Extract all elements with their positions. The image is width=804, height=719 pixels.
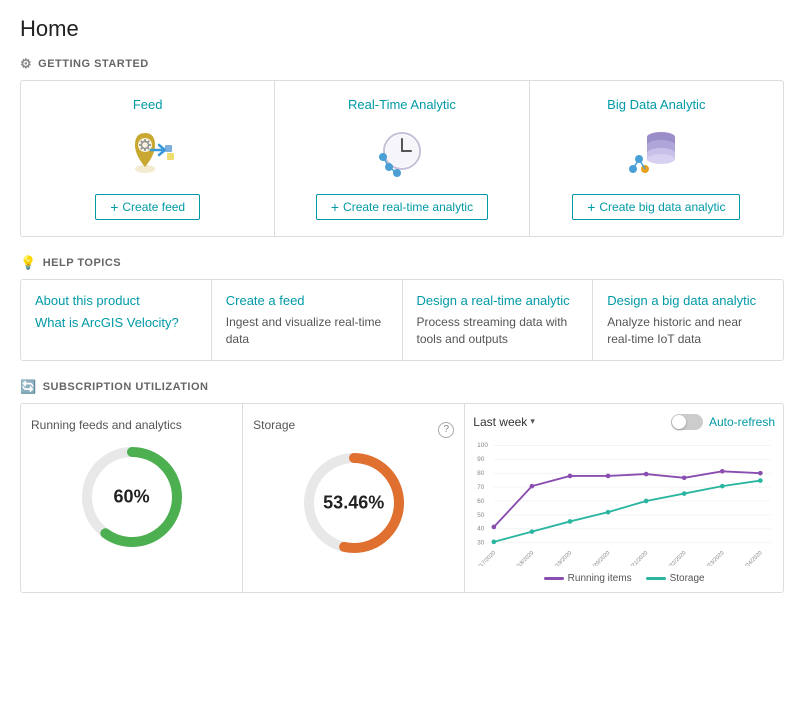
- svg-text:90: 90: [477, 456, 485, 463]
- storage-card: Storage ? 53.46%: [243, 404, 465, 592]
- help-col-0: About this product What is ArcGIS Veloci…: [21, 280, 212, 360]
- bigdata-icon: [621, 122, 691, 182]
- svg-text:11/21/2020: 11/21/2020: [626, 550, 650, 566]
- create-feed-link[interactable]: Create a feed: [226, 292, 388, 310]
- storage-donut: 53.46%: [299, 448, 409, 558]
- svg-text:11/20/2020: 11/20/2020: [588, 550, 612, 566]
- help-row: About this product What is ArcGIS Veloci…: [21, 280, 783, 360]
- create-bigdata-button[interactable]: + Create big data analytic: [572, 194, 740, 220]
- running-feeds-pct: 60%: [114, 486, 150, 507]
- toggle-knob: [672, 415, 686, 429]
- plus-icon: +: [587, 200, 595, 214]
- auto-refresh-control: Auto-refresh: [671, 414, 775, 430]
- realtime-analytic-desc: Process streaming data with tools and ou…: [417, 314, 579, 348]
- help-topics-label: HELP TOPICS: [43, 257, 121, 269]
- chart-card: Last week ▾ Auto-refresh 100 90: [465, 404, 783, 592]
- svg-text:100: 100: [477, 442, 488, 449]
- plus-icon: +: [331, 200, 339, 214]
- legend-storage: Storage: [646, 573, 705, 584]
- feed-icon: [113, 122, 183, 182]
- bigdata-analytic-desc: Analyze historic and near real-time IoT …: [607, 314, 769, 348]
- page-title: Home: [20, 16, 784, 42]
- realtime-card-title: Real-Time Analytic: [348, 97, 456, 112]
- plus-icon: +: [110, 200, 118, 214]
- help-col-2: Design a real-time analytic Process stre…: [403, 280, 594, 360]
- getting-started-icon: ⚙: [20, 56, 32, 72]
- create-feed-button[interactable]: + Create feed: [95, 194, 200, 220]
- help-topics-header: 💡 HELP TOPICS: [20, 255, 784, 271]
- legend-running-color: [544, 577, 564, 580]
- about-product-link[interactable]: About this product: [35, 292, 197, 310]
- running-feeds-donut: 60%: [77, 442, 187, 552]
- svg-text:60: 60: [477, 498, 485, 505]
- time-range-label: Last week: [473, 415, 527, 429]
- legend-running-label: Running items: [568, 573, 632, 584]
- svg-text:50: 50: [477, 512, 485, 519]
- chart-controls: Last week ▾ Auto-refresh: [473, 414, 775, 430]
- svg-text:70: 70: [477, 484, 485, 491]
- svg-text:11/19/2020: 11/19/2020: [550, 550, 574, 566]
- subscription-row: Running feeds and analytics 60% Storage …: [21, 404, 783, 592]
- chart-svg-wrapper: 100 90 80 70 60 50 40 30: [473, 436, 775, 569]
- svg-text:11/22/2020: 11/22/2020: [664, 550, 688, 566]
- running-feeds-card: Running feeds and analytics 60%: [21, 404, 243, 592]
- storage-title: Storage: [253, 418, 295, 432]
- main-page: Home ⚙ GETTING STARTED Feed: [0, 0, 804, 627]
- subscription-icon: 🔄: [20, 379, 37, 395]
- info-icon[interactable]: ?: [438, 422, 454, 438]
- svg-text:40: 40: [477, 525, 485, 532]
- auto-refresh-label: Auto-refresh: [709, 415, 775, 429]
- storage-pct: 53.46%: [323, 492, 384, 513]
- realtime-icon: [367, 122, 437, 182]
- bigdata-card-title: Big Data Analytic: [607, 97, 705, 112]
- subscription-section: Running feeds and analytics 60% Storage …: [20, 403, 784, 593]
- help-icon: 💡: [20, 255, 37, 271]
- getting-started-section: Feed: [20, 80, 784, 237]
- help-col-1: Create a feed Ingest and visualize real-…: [212, 280, 403, 360]
- feed-card: Feed: [21, 81, 275, 236]
- legend-storage-label: Storage: [670, 573, 705, 584]
- what-is-velocity-link[interactable]: What is ArcGIS Velocity?: [35, 314, 197, 332]
- legend-running: Running items: [544, 573, 632, 584]
- subscription-header: 🔄 SUBSCRIPTION UTILIZATION: [20, 379, 784, 395]
- svg-text:80: 80: [477, 470, 485, 477]
- svg-text:11/17/2020: 11/17/2020: [474, 550, 498, 566]
- svg-text:11/18/2020: 11/18/2020: [512, 550, 536, 566]
- realtime-analytic-link[interactable]: Design a real-time analytic: [417, 292, 579, 310]
- subscription-label: SUBSCRIPTION UTILIZATION: [43, 381, 209, 393]
- getting-started-label: GETTING STARTED: [38, 58, 149, 70]
- time-range-selector[interactable]: Last week ▾: [473, 415, 535, 429]
- getting-started-header: ⚙ GETTING STARTED: [20, 56, 784, 72]
- svg-text:11/23/2020: 11/23/2020: [702, 550, 726, 566]
- chart-legend: Running items Storage: [473, 573, 775, 584]
- running-feeds-title: Running feeds and analytics: [31, 418, 182, 432]
- svg-text:11/24/2020: 11/24/2020: [740, 550, 764, 566]
- bigdata-card: Big Data Analytic: [530, 81, 783, 236]
- storage-header: Storage ?: [253, 418, 454, 442]
- bigdata-analytic-link[interactable]: Design a big data analytic: [607, 292, 769, 310]
- svg-text:30: 30: [477, 539, 485, 546]
- create-realtime-button[interactable]: + Create real-time analytic: [316, 194, 488, 220]
- create-feed-desc: Ingest and visualize real-time data: [226, 314, 388, 348]
- chevron-down-icon: ▾: [530, 416, 535, 427]
- help-topics-section: About this product What is ArcGIS Veloci…: [20, 279, 784, 361]
- legend-storage-color: [646, 577, 666, 580]
- auto-refresh-toggle[interactable]: [671, 414, 703, 430]
- realtime-card: Real-Time Analytic: [275, 81, 529, 236]
- feed-card-title: Feed: [133, 97, 163, 112]
- help-col-3: Design a big data analytic Analyze histo…: [593, 280, 783, 360]
- cards-row: Feed: [21, 81, 783, 236]
